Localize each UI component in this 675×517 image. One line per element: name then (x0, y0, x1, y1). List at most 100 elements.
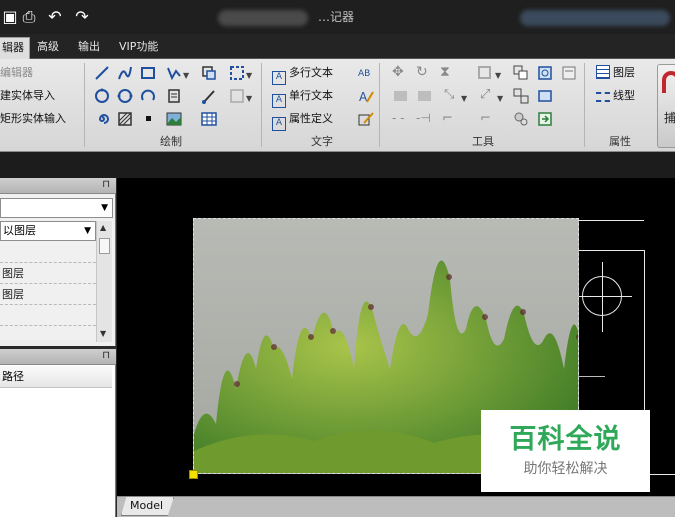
insert-block-icon[interactable] (229, 65, 245, 81)
table-icon[interactable] (201, 111, 217, 127)
linetype-label: 线型 (613, 89, 635, 102)
list-item[interactable] (0, 305, 96, 326)
copy-icon[interactable] (513, 65, 529, 81)
brush-icon[interactable] (201, 88, 217, 104)
tab-editor[interactable]: 辑器 (0, 37, 30, 59)
scale-icon[interactable]: ⤢ (480, 87, 496, 103)
svg-text:AB: AB (358, 69, 370, 79)
chevron-down-icon[interactable]: ▼ (461, 94, 467, 103)
draw-group-label: 绘制 (160, 135, 182, 148)
array-icon[interactable] (478, 66, 491, 79)
hatch-icon[interactable] (117, 111, 133, 127)
ribbon-panel: 编辑器 建实体导入 矩形实体输入 ▼ ▼ ▼ 绘制 A 多行文本 A 单行文本 … (0, 59, 675, 152)
mirror-icon[interactable]: ⧗ (440, 64, 456, 80)
circle-3p-icon[interactable] (117, 88, 133, 104)
solid-import-button[interactable]: 建实体导入 (0, 86, 55, 106)
export-block-icon[interactable] (537, 111, 553, 127)
pin-icon[interactable]: ⊓ (102, 350, 110, 361)
mtext-icon: A (272, 71, 286, 85)
chamfer-icon[interactable]: ⌐ (480, 111, 496, 127)
save-icon[interactable]: ▣ (0, 7, 20, 27)
rotate-icon[interactable]: ↻ (416, 64, 432, 80)
tab-advanced[interactable]: 高级 (32, 37, 64, 59)
undo-icon[interactable]: ↶ (45, 7, 65, 27)
rect-solid-input-button[interactable]: 矩形实体输入 (0, 109, 66, 129)
editor-button[interactable]: 编辑器 (0, 63, 33, 83)
printer-icon[interactable]: ⎙ (19, 7, 39, 27)
attribute-block-icon[interactable] (229, 88, 245, 104)
arc-icon[interactable] (140, 88, 156, 104)
blurred-title-region (218, 10, 308, 26)
layers-button[interactable]: 图层 (596, 63, 635, 83)
attdef-icon: A (272, 117, 286, 131)
chevron-down-icon[interactable]: ▼ (246, 94, 252, 103)
explode-icon[interactable] (394, 91, 407, 101)
image-grip-handle[interactable] (189, 470, 198, 479)
attdef-button[interactable]: A 属性定义 (272, 109, 333, 131)
linetype-icon (596, 92, 610, 102)
object-type-combo[interactable]: ▼ (0, 198, 113, 218)
move-icon[interactable]: ✥ (392, 64, 408, 80)
stretch-icon[interactable]: ⤡ (444, 87, 460, 103)
group-separator (584, 63, 585, 147)
linetype-button[interactable]: 线型 (596, 86, 635, 106)
block-edit-icon[interactable] (537, 65, 553, 81)
chevron-down-icon[interactable]: ▼ (246, 71, 252, 80)
fillet-icon[interactable]: ⌐ (442, 111, 458, 127)
path-column-header: 路径 (0, 366, 112, 388)
chevron-down-icon[interactable]: ▼ (497, 94, 503, 103)
mtext-button[interactable]: A 多行文本 (272, 63, 333, 85)
layout-tab-strip: Model (117, 496, 675, 517)
group-separator (84, 63, 85, 147)
cad-line (578, 220, 644, 221)
text-label: 单行文本 (289, 89, 333, 102)
spiral-icon[interactable] (94, 111, 110, 127)
scroll-down-icon[interactable]: ▼ (100, 329, 106, 338)
list-item[interactable]: 图层 (0, 263, 96, 284)
ribbon-tab-bar: 辑器 高级 输出 VIP功能 (0, 34, 675, 59)
trim-icon[interactable]: - - (392, 111, 408, 127)
tools-group-label: 工具 (472, 135, 494, 148)
scrollbar-thumb[interactable] (99, 238, 110, 254)
copy-block-icon[interactable] (201, 65, 217, 81)
window-title: …记器 (318, 10, 355, 24)
chevron-down-icon[interactable]: ▼ (183, 71, 189, 80)
list-item[interactable]: 图层 (0, 284, 96, 305)
cad-centerline (577, 376, 605, 377)
layer-combo[interactable]: 以图层 ▼ (0, 221, 96, 241)
polyline-icon[interactable] (117, 65, 133, 81)
image-icon[interactable] (166, 111, 182, 127)
extend-icon[interactable]: -⊣ (416, 111, 432, 127)
chevron-down-icon[interactable]: ▼ (495, 71, 501, 80)
scroll-up-icon[interactable]: ▲ (100, 223, 106, 232)
spline-icon[interactable] (166, 65, 182, 81)
capture-label: 捕 (664, 111, 675, 125)
rectangle-icon[interactable] (140, 65, 156, 81)
point-icon[interactable] (146, 116, 151, 121)
text-group-label: 文字 (311, 135, 333, 148)
group-icon[interactable] (513, 88, 529, 104)
line-icon[interactable] (94, 65, 110, 81)
redo-icon[interactable]: ↷ (72, 7, 92, 27)
pin-icon[interactable]: ⊓ (102, 179, 110, 190)
purge-icon[interactable] (513, 111, 529, 127)
path-panel: ⊓ 路径 (0, 349, 116, 517)
tab-vip[interactable]: VIP功能 (114, 37, 163, 59)
list-item[interactable] (0, 242, 96, 263)
tab-model[interactable]: Model (121, 497, 175, 516)
circle-icon[interactable] (94, 88, 110, 104)
panel-scrollbar[interactable]: ▲ ▼ (96, 221, 112, 342)
block-attr-icon[interactable] (537, 88, 553, 104)
panel-title-bar: ⊓ (0, 349, 116, 365)
properties-icon[interactable] (561, 65, 577, 81)
text-button[interactable]: A 单行文本 (272, 86, 333, 108)
text-style-icon[interactable]: AB (358, 65, 374, 81)
text-pencil-icon[interactable] (358, 111, 374, 127)
tab-output[interactable]: 输出 (73, 37, 105, 59)
join-icon[interactable] (418, 91, 431, 101)
text-edit-icon[interactable]: A (358, 88, 374, 104)
properties-group-label: 属性 (609, 135, 631, 148)
attdef-label: 属性定义 (289, 112, 333, 125)
capture-button[interactable]: 捕 (657, 64, 675, 148)
hatch-copy-icon[interactable] (166, 88, 182, 104)
